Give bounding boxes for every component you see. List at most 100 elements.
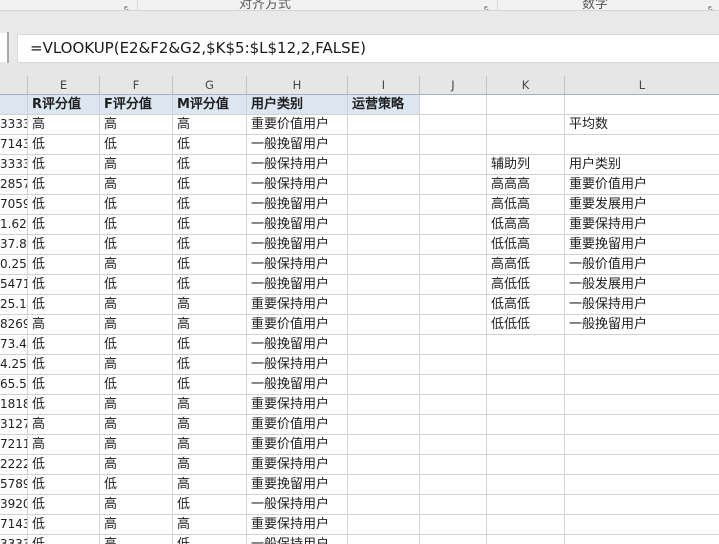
cell-j[interactable]: [420, 275, 487, 295]
formula-input[interactable]: =VLOOKUP(E2&F2&G2,$K$5:$L$12,2,FALSE): [17, 34, 719, 63]
cell-d[interactable]: 3333: [0, 155, 28, 175]
cell-j1[interactable]: [420, 95, 487, 115]
cell-k[interactable]: [487, 375, 565, 395]
cell-l[interactable]: 重要发展用户: [565, 195, 719, 215]
column-header-j[interactable]: J: [420, 76, 487, 94]
cell-g[interactable]: 高: [173, 415, 247, 435]
cell-f[interactable]: 低: [100, 275, 173, 295]
cell-h[interactable]: 一般挽留用户: [247, 195, 348, 215]
cell-g[interactable]: 低: [173, 215, 247, 235]
cell-k[interactable]: 低高低: [487, 295, 565, 315]
cell-i[interactable]: [348, 275, 420, 295]
column-header-d-partial[interactable]: [0, 76, 28, 94]
cell-f[interactable]: 低: [100, 195, 173, 215]
cell-i[interactable]: [348, 135, 420, 155]
cell-f[interactable]: 高: [100, 175, 173, 195]
cell-l[interactable]: 一般挽留用户: [565, 315, 719, 335]
cell-g[interactable]: 高: [173, 295, 247, 315]
cell-h[interactable]: 一般挽留用户: [247, 375, 348, 395]
cell-k[interactable]: 辅助列: [487, 155, 565, 175]
cell-h[interactable]: 一般保持用户: [247, 255, 348, 275]
cell-l[interactable]: 平均数: [565, 115, 719, 135]
cell-f[interactable]: 低: [100, 135, 173, 155]
cell-e[interactable]: 低: [28, 235, 100, 255]
cell-g[interactable]: 低: [173, 135, 247, 155]
cell-f[interactable]: 低: [100, 215, 173, 235]
cell-h[interactable]: 重要价值用户: [247, 115, 348, 135]
column-header-k[interactable]: K: [487, 76, 565, 94]
cell-i[interactable]: [348, 515, 420, 535]
cell-d[interactable]: 1818: [0, 395, 28, 415]
cell-e[interactable]: 高: [28, 435, 100, 455]
cell-d[interactable]: 7143: [0, 135, 28, 155]
cell-e[interactable]: 高: [28, 115, 100, 135]
cell-j[interactable]: [420, 355, 487, 375]
cell-l[interactable]: 重要保持用户: [565, 215, 719, 235]
cell-h[interactable]: 重要价值用户: [247, 315, 348, 335]
cell-f[interactable]: 低: [100, 335, 173, 355]
cell-j[interactable]: [420, 315, 487, 335]
cell-k[interactable]: [487, 135, 565, 155]
cell-l[interactable]: [565, 455, 719, 475]
cell-f[interactable]: 高: [100, 355, 173, 375]
cell-f[interactable]: 高: [100, 535, 173, 544]
cell-k[interactable]: [487, 115, 565, 135]
cell-d[interactable]: 2857: [0, 175, 28, 195]
cell-k[interactable]: 低低高: [487, 235, 565, 255]
column-header-e[interactable]: E: [28, 76, 100, 94]
cell-h[interactable]: 一般挽留用户: [247, 235, 348, 255]
cell-l[interactable]: 重要价值用户: [565, 175, 719, 195]
cell-l[interactable]: [565, 475, 719, 495]
cell-l1[interactable]: [565, 95, 719, 115]
cell-g[interactable]: 低: [173, 235, 247, 255]
cell-j[interactable]: [420, 235, 487, 255]
cell-i[interactable]: [348, 335, 420, 355]
cell-d[interactable]: 3333: [0, 535, 28, 544]
cell-d[interactable]: 5471: [0, 275, 28, 295]
cell-j[interactable]: [420, 535, 487, 544]
cell-d[interactable]: 7211: [0, 435, 28, 455]
cell-h[interactable]: 一般保持用户: [247, 175, 348, 195]
cell-l[interactable]: [565, 495, 719, 515]
cell-i[interactable]: [348, 455, 420, 475]
column-header-f[interactable]: F: [100, 76, 173, 94]
cell-l[interactable]: [565, 415, 719, 435]
cell-j[interactable]: [420, 495, 487, 515]
cell-i[interactable]: [348, 395, 420, 415]
cell-l[interactable]: [565, 435, 719, 455]
cell-k[interactable]: [487, 455, 565, 475]
cell-e[interactable]: 低: [28, 295, 100, 315]
cell-g[interactable]: 低: [173, 495, 247, 515]
column-header-l[interactable]: L: [565, 76, 719, 94]
cell-f[interactable]: 低: [100, 235, 173, 255]
cell-g[interactable]: 高: [173, 115, 247, 135]
cell-e[interactable]: 低: [28, 195, 100, 215]
cell-i[interactable]: [348, 315, 420, 335]
cell-h[interactable]: 重要保持用户: [247, 455, 348, 475]
cell-d[interactable]: 7059: [0, 195, 28, 215]
cell-h1[interactable]: 用户类别: [247, 95, 348, 115]
cell-h[interactable]: 一般保持用户: [247, 495, 348, 515]
cell-h[interactable]: 一般挽留用户: [247, 135, 348, 155]
cell-d[interactable]: 0.25: [0, 255, 28, 275]
cell-d[interactable]: 65.5: [0, 375, 28, 395]
cell-l[interactable]: 一般发展用户: [565, 275, 719, 295]
cell-j[interactable]: [420, 175, 487, 195]
name-box[interactable]: [0, 33, 7, 62]
cell-f[interactable]: 高: [100, 255, 173, 275]
cell-k[interactable]: [487, 535, 565, 544]
cell-f[interactable]: 低: [100, 375, 173, 395]
cell-j[interactable]: [420, 415, 487, 435]
cell-l[interactable]: [565, 375, 719, 395]
cell-k[interactable]: [487, 415, 565, 435]
cell-g[interactable]: 低: [173, 535, 247, 544]
dialog-launcher-icon[interactable]: [484, 0, 493, 10]
cell-j[interactable]: [420, 515, 487, 535]
cell-i[interactable]: [348, 215, 420, 235]
cell-l[interactable]: [565, 535, 719, 544]
cell-e[interactable]: 低: [28, 515, 100, 535]
cell-e[interactable]: 高: [28, 415, 100, 435]
cell-k1[interactable]: [487, 95, 565, 115]
cell-f[interactable]: 高: [100, 415, 173, 435]
cell-e[interactable]: 低: [28, 395, 100, 415]
